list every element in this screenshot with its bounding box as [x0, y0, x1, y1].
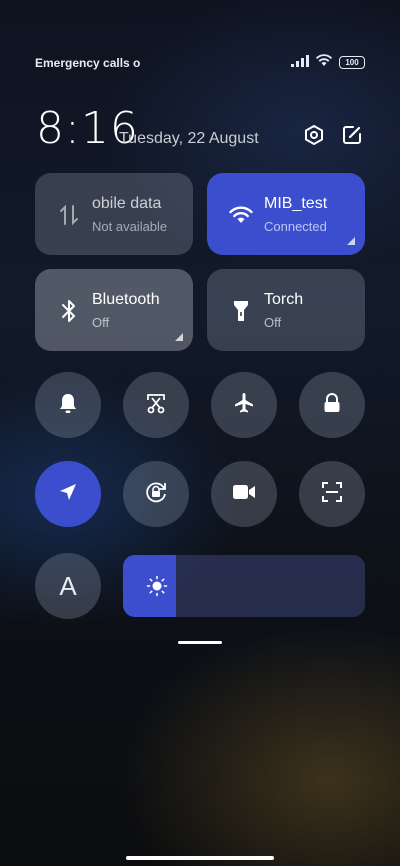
tile-subtitle: Not available [92, 219, 168, 234]
tile-subtitle: Off [264, 315, 282, 330]
airplane-icon [232, 391, 256, 420]
expand-corner-icon[interactable] [175, 333, 183, 341]
carrier-text: Emergency calls o [35, 56, 141, 70]
tile-wifi[interactable]: MIB_test Connected [207, 173, 365, 255]
bluetooth-icon [55, 297, 83, 325]
tile-bluetooth[interactable]: Bluetooth Off [35, 269, 193, 351]
brightness-slider[interactable] [123, 555, 365, 617]
tile-title: Torch [264, 291, 304, 308]
edit-icon [341, 124, 363, 151]
settings-button[interactable] [301, 124, 327, 150]
toggle-lock[interactable] [299, 372, 365, 438]
edit-button[interactable] [339, 124, 365, 150]
wifi-icon [227, 201, 255, 229]
font-size-label: A [59, 570, 77, 601]
home-indicator[interactable] [126, 856, 274, 860]
tile-subtitle: Connected [264, 219, 327, 234]
lock-icon [322, 392, 342, 419]
tile-title: obile data [92, 195, 162, 212]
video-camera-icon [231, 483, 257, 506]
font-size-button[interactable]: A [35, 553, 101, 619]
settings-hexagon-icon [303, 124, 325, 151]
expand-corner-icon[interactable] [347, 237, 355, 245]
toggle-screen-record[interactable] [211, 461, 277, 527]
mobile-data-icon [55, 201, 83, 229]
scanner-icon [321, 481, 343, 508]
battery-icon: 100 [339, 55, 365, 69]
tile-torch[interactable]: Torch Off [207, 269, 365, 351]
toggle-location[interactable] [35, 461, 101, 527]
tile-mobile-data[interactable]: obile data Not available [35, 173, 193, 255]
torch-icon [227, 297, 255, 325]
sun-icon [145, 574, 169, 598]
toggle-scanner[interactable] [299, 461, 365, 527]
panel-handle[interactable] [178, 641, 222, 644]
location-arrow-icon [57, 481, 79, 508]
wifi-status-icon [315, 54, 333, 70]
tile-title: MIB_test [264, 195, 328, 212]
scissors-icon [144, 391, 168, 420]
toggle-silent[interactable] [35, 372, 101, 438]
status-bar: Emergency calls o 100 [35, 54, 365, 72]
toggle-airplane[interactable] [211, 372, 277, 438]
date: Tuesday, 22 August [119, 130, 259, 147]
tile-subtitle: Off [92, 315, 110, 330]
tile-title: Bluetooth [92, 291, 160, 308]
toggle-screenshot[interactable] [123, 372, 189, 438]
signal-icon [291, 54, 309, 70]
bell-icon [57, 391, 79, 420]
toggle-rotation-lock[interactable] [123, 461, 189, 527]
rotation-lock-icon [143, 479, 169, 510]
